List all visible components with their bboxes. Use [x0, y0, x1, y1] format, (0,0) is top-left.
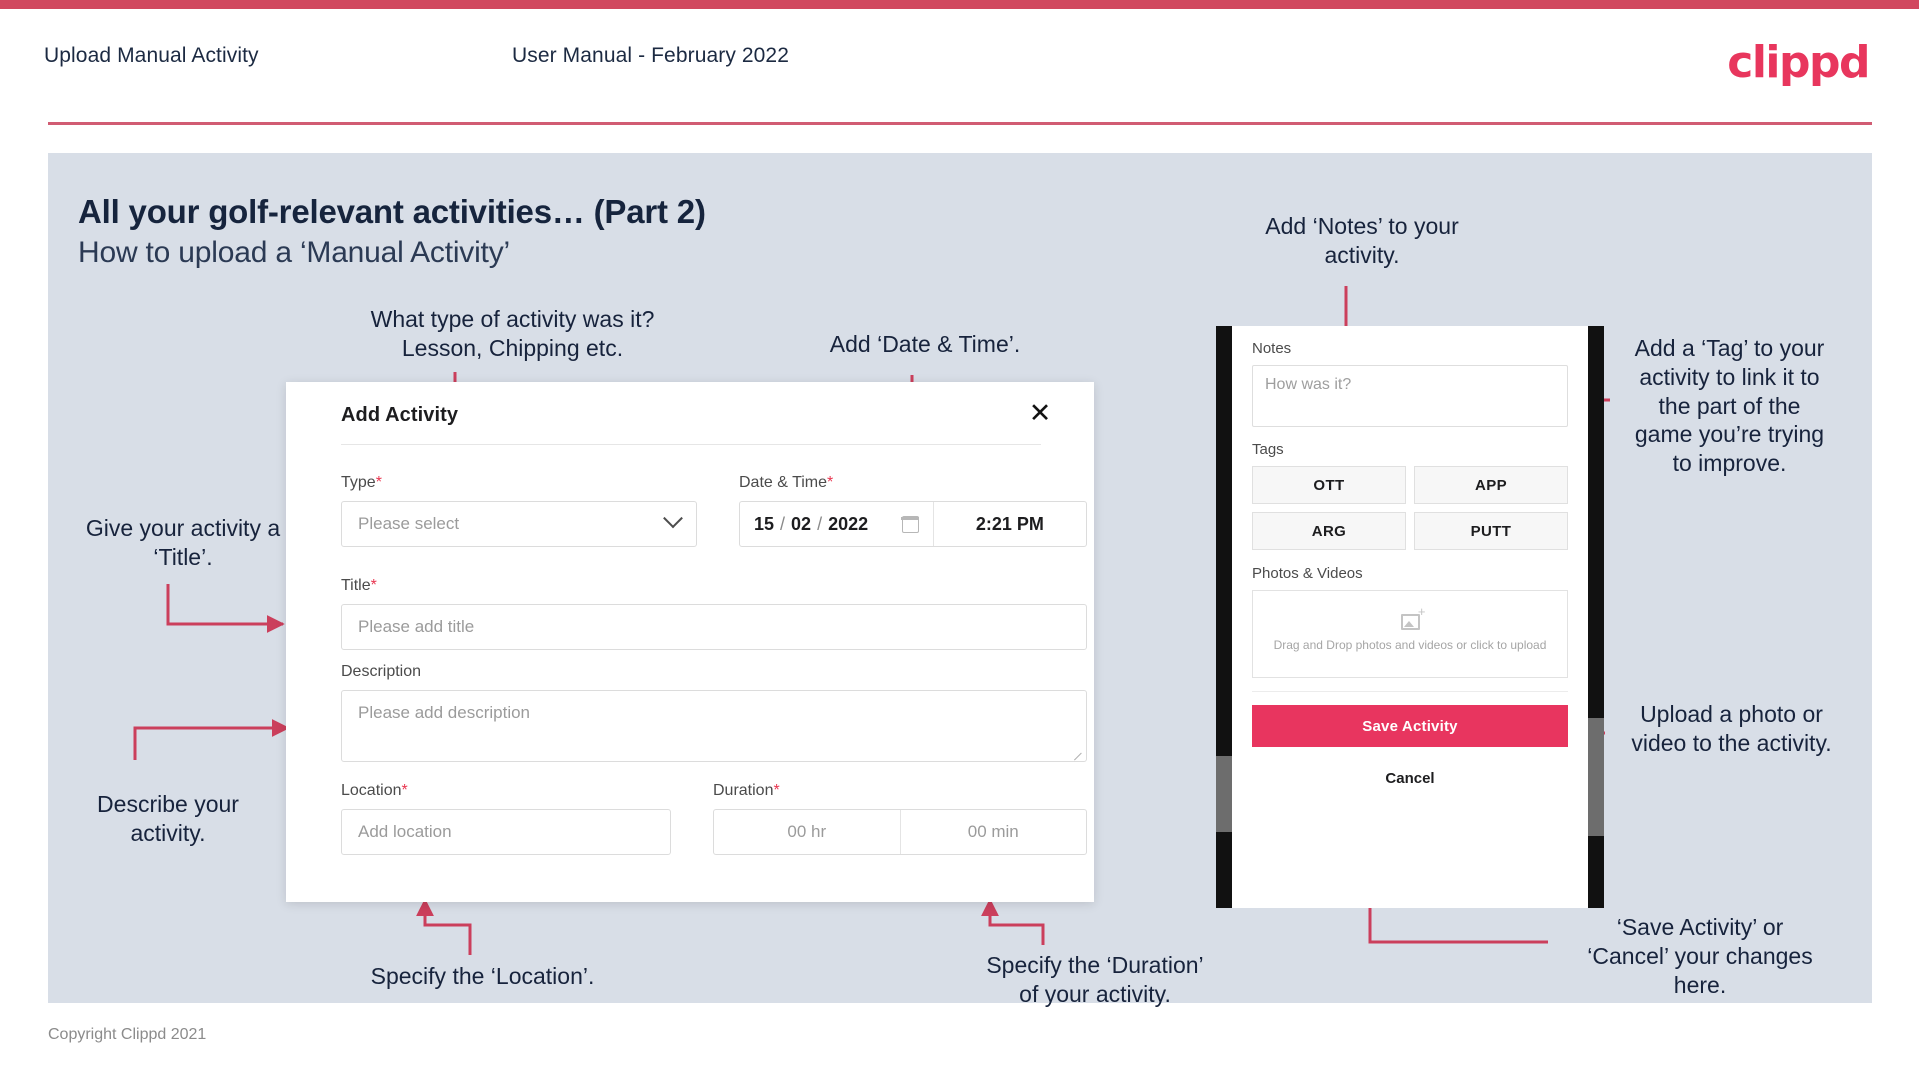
phone-screen: Notes How was it? Tags OTT APP ARG PUTT … — [1232, 326, 1588, 908]
annotation-type: What type of activity was it? Lesson, Chi… — [370, 306, 655, 361]
date-month: 02 — [791, 513, 812, 534]
location-input-placeholder: Add location — [358, 822, 452, 841]
field-location: Location* Add location — [341, 782, 671, 855]
field-description: Description Please add description — [341, 663, 1087, 762]
footer-copyright: Copyright Clippd 2021 — [48, 1026, 207, 1043]
dropzone-text: Drag and Drop photos and videos or click… — [1273, 637, 1547, 652]
time-input[interactable]: 2:21 PM — [934, 502, 1086, 546]
chevron-down-icon — [663, 508, 683, 529]
calendar-icon[interactable] — [901, 515, 920, 533]
close-icon[interactable]: ✕ — [1024, 398, 1056, 430]
phone-mockup: Notes How was it? Tags OTT APP ARG PUTT … — [1216, 326, 1604, 908]
required-marker: * — [401, 782, 408, 799]
field-duration: Duration* 00 hr 00 min — [713, 782, 1087, 855]
phone-notes-placeholder: How was it? — [1265, 376, 1352, 393]
phone-bezel-left — [1216, 326, 1232, 908]
annotation-tags: Add a ‘Tag’ to your activity to link it t… — [1634, 335, 1825, 476]
annotation-save: ‘Save Activity’ or ‘Cancel’ your changes h… — [1587, 914, 1813, 998]
date-sep: / — [780, 513, 786, 534]
datetime-control: 15 / 02 / 2022 2:21 PM — [739, 501, 1087, 547]
required-marker: * — [773, 782, 780, 799]
field-datetime: Date & Time* 15 / 02 / 2022 2:21 PM — [739, 474, 1087, 547]
duration-control: 00 hr 00 min — [713, 809, 1087, 855]
phone-tags-grid: OTT APP ARG PUTT — [1252, 466, 1568, 550]
required-marker: * — [370, 577, 377, 594]
save-activity-button[interactable]: Save Activity — [1252, 705, 1568, 747]
date-day: 15 — [754, 513, 775, 534]
field-type-label: Type* — [341, 474, 382, 491]
annotation-notes: Add ‘Notes’ to your activity. — [1265, 213, 1459, 268]
description-placeholder: Please add description — [358, 703, 531, 722]
annotation-description: Describe your activity. — [97, 791, 239, 846]
title-input-placeholder: Please add title — [358, 617, 475, 636]
dialog-header: Add Activity ✕ — [286, 382, 1094, 444]
row-description: Description Please add description — [341, 663, 1087, 762]
field-description-label: Description — [341, 663, 422, 680]
date-input[interactable]: 15 / 02 / 2022 — [740, 502, 934, 546]
phone-notes-label: Notes — [1252, 340, 1292, 357]
clippd-logo: clippd — [1727, 37, 1870, 88]
tag-button-putt[interactable]: PUTT — [1414, 512, 1568, 550]
phone-tags-label: Tags — [1252, 441, 1284, 458]
dialog-title: Add Activity — [341, 404, 459, 426]
header-divider — [48, 122, 1872, 125]
field-title: Title* Please add title — [341, 577, 1087, 650]
slide-title: All your golf-relevant activities… (Part… — [78, 193, 706, 230]
field-title-label: Title* — [341, 577, 377, 594]
add-image-icon — [1400, 605, 1425, 630]
duration-hours-input[interactable]: 00 hr — [714, 810, 900, 854]
slide-subtitle: How to upload a ‘Manual Activity’ — [78, 236, 510, 269]
slide-page: Upload Manual Activity User Manual - Feb… — [0, 0, 1919, 1079]
phone-photos-label: Photos & Videos — [1252, 565, 1363, 582]
date-year: 2022 — [828, 513, 869, 534]
annotation-location: Specify the ‘Location’. — [370, 963, 595, 989]
header-subtitle: User Manual - February 2022 — [512, 44, 789, 67]
field-datetime-label: Date & Time* — [739, 474, 834, 491]
annotation-upload: Upload a photo or video to the activity. — [1631, 701, 1832, 756]
duration-minutes-input[interactable]: 00 min — [899, 810, 1087, 854]
add-activity-dialog: Add Activity ✕ Type* Please select Date … — [286, 382, 1094, 902]
row-title: Title* Please add title — [341, 577, 1087, 650]
phone-bezel-right — [1588, 326, 1604, 908]
field-type: Type* Please select — [341, 474, 697, 547]
dialog-divider — [341, 444, 1041, 445]
required-marker: * — [375, 474, 382, 491]
date-sep: / — [817, 513, 823, 534]
row-type-datetime: Type* Please select Date & Time* 15 / 02 — [341, 474, 1087, 547]
description-textarea[interactable]: Please add description — [341, 690, 1087, 762]
cancel-button[interactable]: Cancel — [1252, 770, 1568, 787]
annotation-duration: Specify the ‘Duration’ of your activity. — [986, 952, 1204, 1007]
type-select[interactable]: Please select — [341, 501, 697, 547]
photo-dropzone[interactable]: Drag and Drop photos and videos or click… — [1252, 590, 1568, 678]
required-marker: * — [827, 474, 834, 491]
phone-divider — [1252, 691, 1568, 692]
type-select-placeholder: Please select — [358, 514, 460, 533]
tag-button-ott[interactable]: OTT — [1252, 466, 1406, 504]
location-input[interactable]: Add location — [341, 809, 671, 855]
tag-button-arg[interactable]: ARG — [1252, 512, 1406, 550]
field-location-label: Location* — [341, 782, 408, 799]
top-accent-bar — [0, 0, 1919, 9]
row-location-duration: Location* Add location Duration* 00 hr 0… — [341, 782, 1087, 855]
annotation-datetime: Add ‘Date & Time’. — [829, 331, 1021, 357]
title-input[interactable]: Please add title — [341, 604, 1087, 650]
tag-button-app[interactable]: APP — [1414, 466, 1568, 504]
phone-notes-input[interactable]: How was it? — [1252, 365, 1568, 427]
header-title: Upload Manual Activity — [44, 44, 259, 67]
resize-handle-icon[interactable] — [1074, 749, 1083, 758]
annotation-title: Give your activity a ‘Title’. — [85, 515, 281, 570]
field-duration-label: Duration* — [713, 782, 780, 799]
